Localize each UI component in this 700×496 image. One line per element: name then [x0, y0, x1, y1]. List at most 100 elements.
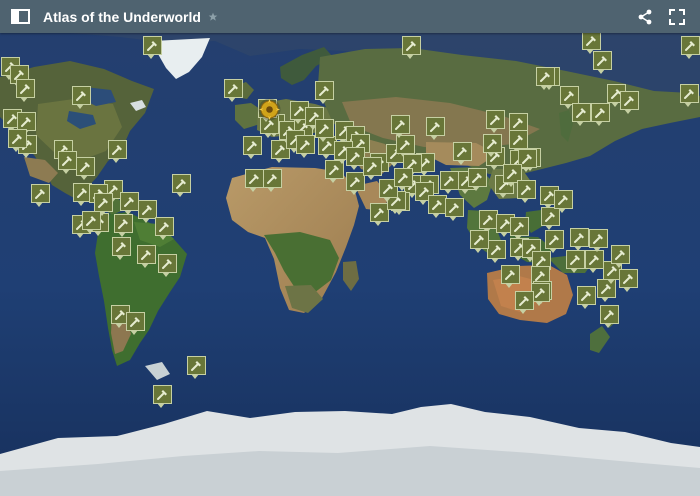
hammer-icon [549, 235, 559, 245]
site-marker[interactable] [600, 305, 619, 328]
fullscreen-button[interactable] [668, 8, 686, 26]
world-map[interactable] [0, 33, 700, 496]
hammer-icon [589, 255, 599, 265]
site-marker[interactable] [245, 169, 264, 192]
site-marker[interactable] [155, 217, 174, 240]
site-marker[interactable] [120, 192, 139, 215]
hammer-icon [624, 96, 634, 106]
atlas-app: Atlas of the Underworld [0, 0, 700, 496]
hammer-icon [35, 189, 45, 199]
site-marker[interactable] [681, 36, 700, 59]
favorite-button[interactable] [208, 12, 218, 22]
site-marker[interactable] [158, 254, 177, 277]
hammer-icon [615, 250, 625, 260]
site-marker[interactable] [137, 245, 156, 268]
site-marker[interactable] [114, 214, 133, 237]
site-marker[interactable] [153, 385, 172, 408]
site-marker[interactable] [187, 356, 206, 379]
hammer-icon [374, 208, 384, 218]
site-marker[interactable] [570, 228, 589, 251]
site-marker[interactable] [470, 230, 489, 253]
site-marker[interactable] [593, 51, 612, 74]
hammer-icon [247, 141, 257, 151]
hammer-icon [570, 255, 580, 265]
site-marker[interactable] [483, 134, 502, 157]
site-marker[interactable] [510, 217, 529, 240]
hammer-icon [540, 72, 550, 82]
site-marker[interactable] [263, 169, 282, 192]
hammer-icon [457, 147, 467, 157]
site-marker[interactable] [315, 119, 334, 142]
panel-toggle-button[interactable] [10, 9, 30, 25]
site-marker[interactable] [487, 240, 506, 263]
site-marker[interactable] [620, 91, 639, 114]
site-marker[interactable] [515, 291, 534, 314]
hammer-icon [191, 361, 201, 371]
site-marker[interactable] [126, 312, 145, 335]
hammer-icon [521, 185, 531, 195]
site-marker[interactable] [363, 157, 382, 180]
hammer-icon [513, 118, 523, 128]
site-marker[interactable] [566, 250, 585, 273]
site-marker[interactable] [243, 136, 262, 159]
site-marker[interactable] [611, 245, 630, 268]
site-marker[interactable] [572, 103, 591, 126]
share-button[interactable] [636, 8, 654, 26]
sun-badge-icon [258, 98, 281, 121]
site-marker[interactable] [224, 79, 243, 102]
hammer-icon [595, 108, 605, 118]
star-icon [208, 12, 218, 21]
site-marker[interactable] [143, 36, 162, 59]
site-marker[interactable] [582, 33, 601, 54]
site-marker[interactable] [453, 142, 472, 165]
site-marker[interactable] [31, 184, 50, 207]
hammer-icon [581, 291, 591, 301]
site-marker[interactable] [545, 230, 564, 253]
site-marker[interactable] [486, 110, 505, 133]
site-marker[interactable] [394, 168, 413, 191]
hammer-icon [395, 120, 405, 130]
site-marker[interactable] [589, 229, 608, 252]
site-marker[interactable] [468, 168, 487, 191]
site-marker[interactable] [315, 81, 334, 104]
site-marker[interactable] [517, 180, 536, 203]
hammer-icon [432, 200, 442, 210]
site-marker[interactable] [94, 193, 113, 216]
hammer-icon [367, 162, 377, 172]
site-marker[interactable] [58, 151, 77, 174]
hammer-icon [118, 219, 128, 229]
site-marker[interactable] [16, 79, 35, 102]
site-marker[interactable] [509, 130, 528, 153]
hammer-icon [491, 245, 501, 255]
site-marker[interactable] [680, 84, 699, 107]
site-marker[interactable] [554, 190, 573, 213]
site-marker[interactable] [72, 86, 91, 109]
hammer-icon [449, 203, 459, 213]
site-marker[interactable] [536, 67, 555, 90]
site-marker[interactable] [172, 174, 191, 197]
site-marker[interactable] [426, 117, 445, 140]
site-marker[interactable] [76, 157, 95, 180]
site-marker[interactable] [440, 171, 459, 194]
site-marker[interactable] [619, 269, 638, 292]
hammer-icon [12, 134, 22, 144]
site-marker[interactable] [8, 129, 27, 152]
hammer-icon [564, 91, 574, 101]
site-marker[interactable] [108, 140, 127, 163]
hammer-icon [519, 296, 529, 306]
hammer-icon [406, 41, 416, 51]
site-marker[interactable] [445, 198, 464, 221]
hammer-icon [586, 36, 596, 46]
site-marker[interactable] [585, 250, 604, 273]
site-marker[interactable] [112, 237, 131, 260]
site-marker[interactable] [296, 135, 315, 158]
site-marker[interactable] [501, 265, 520, 288]
hammer-icon [623, 274, 633, 284]
site-marker[interactable] [577, 286, 596, 309]
highlighted-site-marker[interactable] [257, 97, 282, 122]
site-marker[interactable] [402, 36, 421, 59]
hammer-icon [159, 222, 169, 232]
site-marker[interactable] [391, 115, 410, 138]
site-marker[interactable] [591, 103, 610, 126]
site-marker[interactable] [82, 211, 101, 234]
